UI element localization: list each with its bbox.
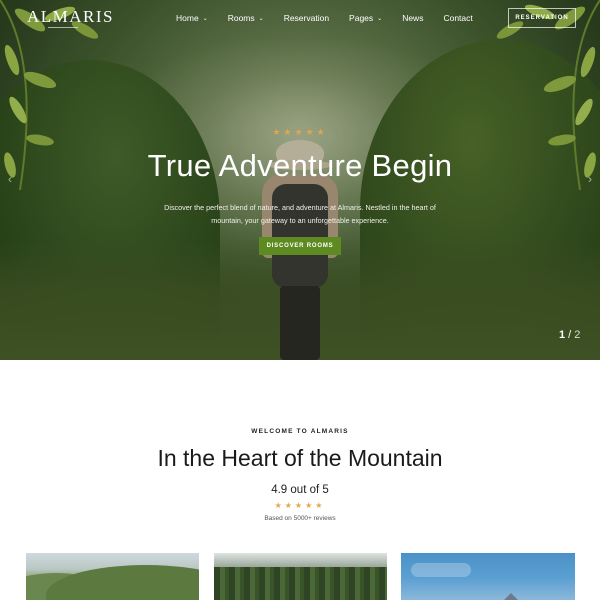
nav-item-label: News	[402, 13, 424, 23]
nav-item-rooms[interactable]: Rooms ⌄	[228, 13, 264, 23]
discover-rooms-button[interactable]: DISCOVER ROOMS	[259, 237, 341, 255]
slide-current: 1	[559, 329, 566, 341]
chevron-left-icon[interactable]: ‹	[8, 172, 12, 186]
logo-underline	[48, 27, 78, 28]
chevron-right-icon[interactable]: ›	[588, 172, 592, 186]
rating-stars: ★★★★★	[274, 501, 326, 510]
cloud-shape	[411, 563, 471, 577]
hero-rating-stars: ★★★★★	[272, 127, 328, 137]
peak-shape	[491, 593, 531, 600]
trees-shape	[214, 567, 387, 600]
slide-pager: 1/2	[559, 329, 580, 341]
nav-item-pages[interactable]: Pages ⌄	[349, 13, 382, 23]
nav-item-news[interactable]: News	[402, 13, 423, 23]
section-eyebrow: WELCOME TO ALMARIS	[251, 428, 349, 435]
slide-separator: /	[568, 329, 572, 341]
brand-logo[interactable]: ALMARIS	[27, 7, 114, 27]
nav-item-reservation[interactable]: Reservation	[284, 13, 329, 23]
main-nav: Home ⌄ Rooms ⌄ Reservation Pages ⌄ News …	[176, 13, 493, 23]
chevron-down-icon: ⌄	[258, 15, 264, 22]
section-title: In the Heart of the Mountain	[157, 445, 443, 471]
gallery-image-mountain[interactable]	[26, 553, 199, 600]
hero-description: Discover the perfect blend of nature, an…	[164, 203, 436, 225]
nav-item-label: Pages	[349, 13, 374, 23]
slide-total: 2	[574, 329, 581, 341]
chevron-down-icon: ⌄	[377, 15, 383, 22]
gallery-image-peak[interactable]	[401, 553, 575, 600]
gallery-image-forest[interactable]	[214, 553, 387, 600]
reservation-button[interactable]: RESERVATION	[508, 8, 576, 28]
nav-item-label: Reservation	[283, 13, 330, 23]
hill-shape	[46, 565, 199, 600]
hero-title: True Adventure Begin	[147, 148, 453, 183]
nav-item-label: Rooms	[227, 13, 255, 23]
chevron-down-icon: ⌄	[202, 15, 208, 22]
nav-item-label: Contact	[443, 13, 473, 23]
hero-banner: ALMARIS Home ⌄ Rooms ⌄ Reservation Pages…	[0, 0, 600, 360]
nav-item-contact[interactable]: Contact	[443, 13, 472, 23]
nav-item-label: Home	[176, 13, 199, 23]
rating-score: 4.9 out of 5	[271, 484, 329, 496]
reviews-count: Based on 5000+ reviews	[264, 515, 336, 522]
nav-item-home[interactable]: Home ⌄	[176, 13, 208, 23]
